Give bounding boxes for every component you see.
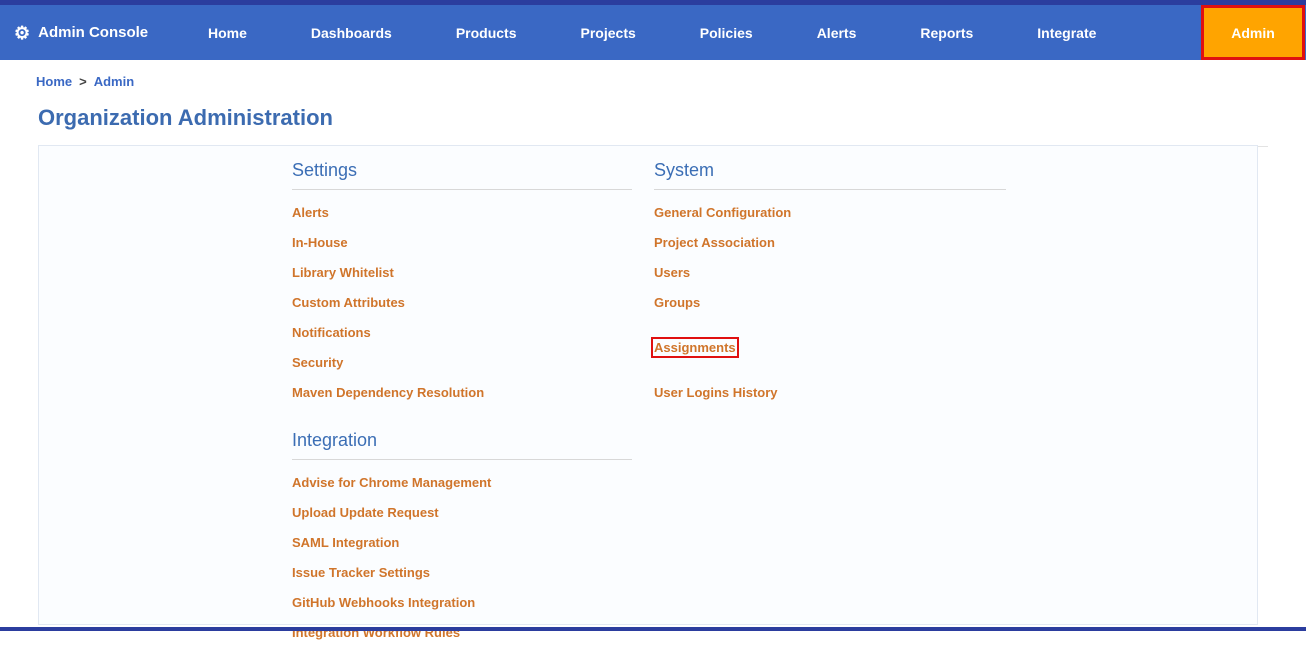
nav-item-home[interactable]: Home	[208, 25, 247, 41]
nav-item-integrate[interactable]: Integrate	[1037, 25, 1096, 41]
nav-item-policies[interactable]: Policies	[700, 25, 753, 41]
page-title: Organization Administration	[38, 105, 333, 130]
breadcrumb-home[interactable]: Home	[36, 74, 72, 89]
admin-annotation-box: Admin	[1201, 5, 1305, 60]
nav-item-projects[interactable]: Projects	[581, 25, 636, 41]
settings-links: Alerts In-House Library Whitelist Custom…	[292, 205, 632, 400]
link-project-association[interactable]: Project Association	[654, 235, 1006, 250]
link-custom-attributes[interactable]: Custom Attributes	[292, 295, 632, 310]
main-nav: Home Dashboards Products Projects Polici…	[208, 25, 1201, 41]
link-library-whitelist[interactable]: Library Whitelist	[292, 265, 632, 280]
window-bottom-edge	[0, 627, 1306, 631]
brand: ⚙ Admin Console	[14, 24, 180, 42]
link-in-house[interactable]: In-House	[292, 235, 632, 250]
link-saml-integration[interactable]: SAML Integration	[292, 535, 632, 550]
link-groups[interactable]: Groups	[654, 295, 1006, 310]
link-upload-update-request[interactable]: Upload Update Request	[292, 505, 632, 520]
link-notifications[interactable]: Notifications	[292, 325, 632, 340]
integration-section-title: Integration	[292, 430, 632, 460]
nav-item-dashboards[interactable]: Dashboards	[311, 25, 392, 41]
link-advise-for-chrome-management[interactable]: Advise for Chrome Management	[292, 475, 632, 490]
system-section-title: System	[654, 160, 1006, 190]
integration-section: Integration Advise for Chrome Management…	[292, 430, 632, 640]
gear-icon: ⚙	[14, 22, 31, 43]
nav-item-reports[interactable]: Reports	[920, 25, 973, 41]
link-user-logins-history[interactable]: User Logins History	[654, 385, 1006, 400]
link-general-configuration[interactable]: General Configuration	[654, 205, 1006, 220]
admin-button[interactable]: Admin	[1204, 8, 1302, 57]
breadcrumb-current[interactable]: Admin	[94, 74, 134, 89]
link-maven-dependency-resolution[interactable]: Maven Dependency Resolution	[292, 385, 632, 400]
system-links: General Configuration Project Associatio…	[651, 205, 1006, 400]
nav-item-alerts[interactable]: Alerts	[817, 25, 857, 41]
link-users[interactable]: Users	[654, 265, 1006, 280]
breadcrumb: Home > Admin	[0, 60, 1306, 89]
right-column: System General Configuration Project Ass…	[651, 160, 1006, 415]
settings-section: Settings Alerts In-House Library Whiteli…	[292, 160, 632, 400]
nav-item-products[interactable]: Products	[456, 25, 517, 41]
left-column: Settings Alerts In-House Library Whiteli…	[292, 160, 632, 655]
settings-section-title: Settings	[292, 160, 632, 190]
link-security[interactable]: Security	[292, 355, 632, 370]
link-assignments[interactable]: Assignments	[651, 337, 739, 358]
link-alerts[interactable]: Alerts	[292, 205, 632, 220]
admin-panel: Settings Alerts In-House Library Whiteli…	[38, 145, 1258, 640]
integration-links: Advise for Chrome Management Upload Upda…	[292, 475, 632, 640]
breadcrumb-separator: >	[79, 74, 87, 89]
top-navigation-bar: ⚙ Admin Console Home Dashboards Products…	[0, 5, 1306, 60]
brand-label: Admin Console	[38, 24, 149, 41]
link-issue-tracker-settings[interactable]: Issue Tracker Settings	[292, 565, 632, 580]
link-github-webhooks-integration[interactable]: GitHub Webhooks Integration	[292, 595, 632, 610]
system-section: System General Configuration Project Ass…	[651, 160, 1006, 400]
